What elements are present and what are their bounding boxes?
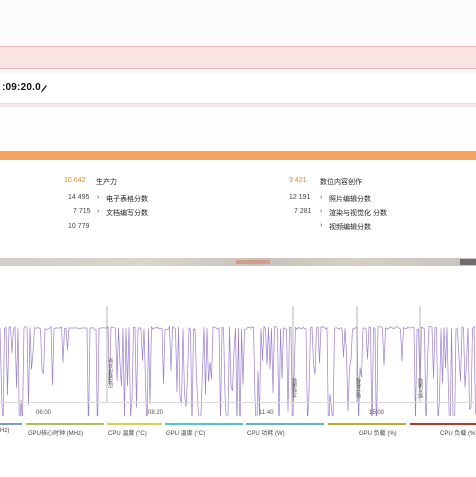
productivity-title: 生产力 xyxy=(96,179,117,186)
score-value: 14 495 xyxy=(68,194,90,201)
session-time-bar xyxy=(0,73,476,104)
chevron-right-icon[interactable]: › xyxy=(320,194,322,201)
legend-swatch xyxy=(26,423,104,425)
legend-label[interactable]: GPU 负载 (%) xyxy=(359,428,397,437)
productivity-total-score: 10 642 xyxy=(64,177,86,184)
x-tick-label: 06:00 xyxy=(36,410,52,416)
chevron-right-icon[interactable]: › xyxy=(97,194,99,201)
score-label[interactable]: 电子表格分数 xyxy=(106,194,148,204)
edit-pencil-icon[interactable] xyxy=(40,81,48,93)
score-label[interactable]: 照片编辑分数 xyxy=(329,194,371,204)
legend-swatch xyxy=(0,423,22,425)
score-value: 12 191 xyxy=(289,194,311,201)
session-time: :09:20.0 xyxy=(2,82,41,93)
legend-swatch xyxy=(246,423,324,425)
spacer xyxy=(0,107,476,145)
legend-label[interactable]: CPU 温度 (°C) xyxy=(108,428,147,437)
legend-swatch xyxy=(165,423,243,425)
legend-label[interactable]: Hz) xyxy=(0,428,9,434)
top-spacer xyxy=(0,0,476,46)
legend-label[interactable]: CPU 负载 (%) xyxy=(440,428,476,437)
marker-label: 照片编辑 xyxy=(418,378,424,398)
monitoring-chart-svg xyxy=(0,306,476,442)
bottom-area xyxy=(0,440,476,477)
chevron-right-icon[interactable]: › xyxy=(320,208,322,215)
content-creation-total-score: 9 421 xyxy=(289,177,307,184)
legend-swatch xyxy=(410,423,476,425)
section-header-bar xyxy=(0,151,476,160)
chevron-right-icon[interactable]: › xyxy=(97,208,99,215)
marker-label: 应用程序开始 xyxy=(108,358,114,388)
legend-label[interactable]: GPU核心时钟 (MHz) xyxy=(28,428,83,437)
chart-header-highlight xyxy=(236,260,270,264)
marker-label: 文档编辑 xyxy=(292,378,298,398)
legend-label[interactable]: CPU 功耗 (W) xyxy=(247,428,285,437)
chart-x-axis xyxy=(0,402,476,403)
monitoring-chart xyxy=(0,266,476,442)
content-creation-title: 数位内容创作 xyxy=(320,179,362,186)
alert-banner xyxy=(0,46,476,69)
score-label[interactable]: 渲染与视觉化 分数 xyxy=(329,208,387,218)
x-tick-label: 08:20 xyxy=(148,410,164,416)
score-value: 7 715 xyxy=(73,208,91,215)
legend-label[interactable]: GPU 温度 (°C) xyxy=(166,428,205,437)
chart-header-control[interactable] xyxy=(460,259,476,265)
chevron-right-icon[interactable]: › xyxy=(320,222,322,229)
score-label[interactable]: 文档编写分数 xyxy=(106,208,148,218)
score-value: 10 779 xyxy=(68,223,90,230)
x-tick-label: 11:40 xyxy=(259,410,274,416)
marker-label: 电子表格 xyxy=(356,378,362,398)
score-label[interactable]: 视频编辑分数 xyxy=(329,222,371,232)
x-tick-label: 15:00 xyxy=(369,410,385,416)
score-card xyxy=(0,160,476,246)
legend-swatch xyxy=(107,423,162,425)
legend-swatch xyxy=(328,423,406,425)
score-value: 7 281 xyxy=(294,208,312,215)
